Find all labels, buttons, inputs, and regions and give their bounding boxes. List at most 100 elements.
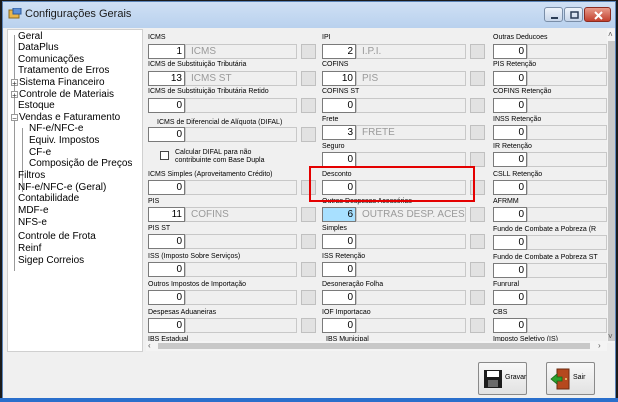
afrmm-code-input[interactable]: 0 bbox=[493, 207, 527, 222]
horizontal-scrollbar[interactable]: ‹ › bbox=[146, 341, 607, 351]
field-label: ICMS Simples (Aproveitamento Crédito) bbox=[148, 171, 273, 178]
field-label: COFINS Retenção bbox=[493, 88, 552, 95]
scroll-right-icon[interactable]: › bbox=[598, 342, 601, 350]
field-label: CSLL Retenção bbox=[493, 171, 543, 178]
field-label: Funrural bbox=[493, 281, 520, 288]
pis-code-input[interactable]: 11 bbox=[148, 207, 185, 222]
scroll-left-icon[interactable]: ‹ bbox=[148, 342, 151, 350]
tree-item-dataplus[interactable]: DataPlus bbox=[18, 42, 59, 54]
icms-st-retido-lookup-button[interactable] bbox=[301, 98, 316, 113]
outras-deducoes-code-input[interactable]: 0 bbox=[493, 44, 527, 59]
iof-importacao-code-input[interactable]: 0 bbox=[322, 318, 356, 333]
difal-lookup-button[interactable] bbox=[301, 127, 316, 142]
vertical-scroll-thumb[interactable] bbox=[608, 41, 615, 341]
frete-code-input[interactable]: 3 bbox=[322, 125, 356, 140]
cofins-code-input[interactable]: 10 bbox=[322, 71, 356, 86]
outros-impostos-importacao-code-input[interactable]: 0 bbox=[148, 290, 185, 305]
frete-description: FRETE bbox=[356, 125, 466, 140]
vertical-scrollbar[interactable]: ˄ ˅ bbox=[607, 29, 615, 343]
despesas-aduaneiras-description bbox=[185, 318, 297, 333]
csll-retencao-code-input[interactable]: 0 bbox=[493, 180, 527, 195]
exit-button-label: Sair bbox=[573, 374, 586, 381]
cofins-lookup-button[interactable] bbox=[470, 71, 485, 86]
expand-icon[interactable]: + bbox=[11, 91, 18, 100]
scroll-up-icon[interactable]: ˄ bbox=[608, 31, 613, 39]
ipi-description: I.P.I. bbox=[356, 44, 466, 59]
collapse-icon[interactable]: − bbox=[11, 114, 18, 123]
icms-lookup-button[interactable] bbox=[301, 44, 316, 59]
difal-base-dupla-checkbox[interactable] bbox=[160, 151, 169, 160]
icms-simples-code-input[interactable]: 0 bbox=[148, 180, 185, 195]
minimize-button[interactable] bbox=[544, 7, 563, 22]
fcp-code-input[interactable]: 0 bbox=[493, 235, 527, 250]
tree-item-nfse[interactable]: NFS-e bbox=[18, 217, 47, 229]
iss-retencao-lookup-button[interactable] bbox=[470, 262, 485, 277]
expand-icon[interactable]: + bbox=[11, 79, 18, 88]
pis-st-lookup-button[interactable] bbox=[301, 234, 316, 249]
iss-code-input[interactable]: 0 bbox=[148, 262, 185, 277]
tree-item-tratamento-erros[interactable]: Tratamento de Erros bbox=[18, 65, 109, 77]
icms-code-input[interactable]: 1 bbox=[148, 44, 185, 59]
desoneracao-folha-lookup-button[interactable] bbox=[470, 290, 485, 305]
tree-item-sistema-financeiro[interactable]: Sistema Financeiro bbox=[19, 77, 105, 89]
horizontal-scroll-thumb[interactable] bbox=[158, 343, 590, 349]
tree-item-mdfe[interactable]: MDF-e bbox=[18, 205, 49, 217]
pis-lookup-button[interactable] bbox=[301, 207, 316, 222]
seguro-lookup-button[interactable] bbox=[470, 152, 485, 167]
outros-impostos-importacao-description bbox=[185, 290, 297, 305]
icms-st-code-input[interactable]: 13 bbox=[148, 71, 185, 86]
tree-item-sigep-correios[interactable]: Sigep Correios bbox=[18, 255, 84, 267]
tree-item-nfe-nfce[interactable]: NF-e/NFC-e bbox=[29, 123, 83, 135]
field-label: IOF Importacao bbox=[322, 309, 371, 316]
save-button[interactable]: Gravar bbox=[478, 362, 527, 395]
fcp-st-code-input[interactable]: 0 bbox=[493, 263, 527, 278]
simples-lookup-button[interactable] bbox=[470, 234, 485, 249]
desoneracao-folha-code-input[interactable]: 0 bbox=[322, 290, 356, 305]
seguro-code-input[interactable]: 0 bbox=[322, 152, 356, 167]
field-label: Despesas Aduaneiras bbox=[148, 309, 217, 316]
field-label: Fundo de Combate a Pobreza (R bbox=[493, 226, 597, 233]
cofins-retencao-code-input[interactable]: 0 bbox=[493, 98, 527, 113]
cofins-st-lookup-button[interactable] bbox=[470, 98, 485, 113]
pis-st-code-input[interactable]: 0 bbox=[148, 234, 185, 249]
maximize-button[interactable] bbox=[564, 7, 583, 22]
despesas-aduaneiras-lookup-button[interactable] bbox=[301, 318, 316, 333]
taskbar-strip bbox=[0, 398, 618, 402]
outras-despesas-lookup-button[interactable] bbox=[470, 207, 485, 222]
iof-importacao-lookup-button[interactable] bbox=[470, 318, 485, 333]
outras-despesas-code-input[interactable]: 6 bbox=[322, 207, 356, 222]
ir-retencao-code-input[interactable]: 0 bbox=[493, 152, 527, 167]
cofins-st-code-input[interactable]: 0 bbox=[322, 98, 356, 113]
outros-impostos-importacao-lookup-button[interactable] bbox=[301, 290, 316, 305]
tree-item-filtros[interactable]: Filtros bbox=[18, 170, 45, 182]
iss-lookup-button[interactable] bbox=[301, 262, 316, 277]
close-button[interactable] bbox=[584, 7, 611, 22]
ipi-lookup-button[interactable] bbox=[470, 44, 485, 59]
field-label: Seguro bbox=[322, 143, 345, 150]
field-label: Outros Impostos de Importação bbox=[148, 281, 247, 288]
scroll-down-icon[interactable]: ˅ bbox=[608, 333, 613, 341]
frete-lookup-button[interactable] bbox=[470, 125, 485, 140]
tree-item-equiv-impostos[interactable]: Equiv. Impostos bbox=[29, 135, 99, 147]
funrural-code-input[interactable]: 0 bbox=[493, 290, 527, 305]
iss-retencao-code-input[interactable]: 0 bbox=[322, 262, 356, 277]
cbs-code-input[interactable]: 0 bbox=[493, 318, 527, 333]
app-icon bbox=[8, 8, 22, 19]
cofins-description: PIS bbox=[356, 71, 466, 86]
despesas-aduaneiras-code-input[interactable]: 0 bbox=[148, 318, 185, 333]
tree-item-reinf[interactable]: Reinf bbox=[18, 243, 41, 255]
cbs-description bbox=[527, 318, 607, 333]
icms-st-retido-code-input[interactable]: 0 bbox=[148, 98, 185, 113]
tree-item-composicao-precos[interactable]: Composição de Preços bbox=[29, 158, 132, 170]
difal-code-input[interactable]: 0 bbox=[148, 127, 185, 142]
tree-item-contabilidade[interactable]: Contabilidade bbox=[18, 193, 79, 205]
pis-retencao-code-input[interactable]: 0 bbox=[493, 71, 527, 86]
ipi-code-input[interactable]: 2 bbox=[322, 44, 356, 59]
funrural-description bbox=[527, 290, 607, 305]
simples-code-input[interactable]: 0 bbox=[322, 234, 356, 249]
tree-item-controle-frota[interactable]: Controle de Frota bbox=[18, 231, 96, 243]
icms-st-lookup-button[interactable] bbox=[301, 71, 316, 86]
inss-retencao-code-input[interactable]: 0 bbox=[493, 125, 527, 140]
tree-item-estoque[interactable]: Estoque bbox=[18, 100, 55, 112]
exit-button[interactable]: Sair bbox=[546, 362, 595, 395]
